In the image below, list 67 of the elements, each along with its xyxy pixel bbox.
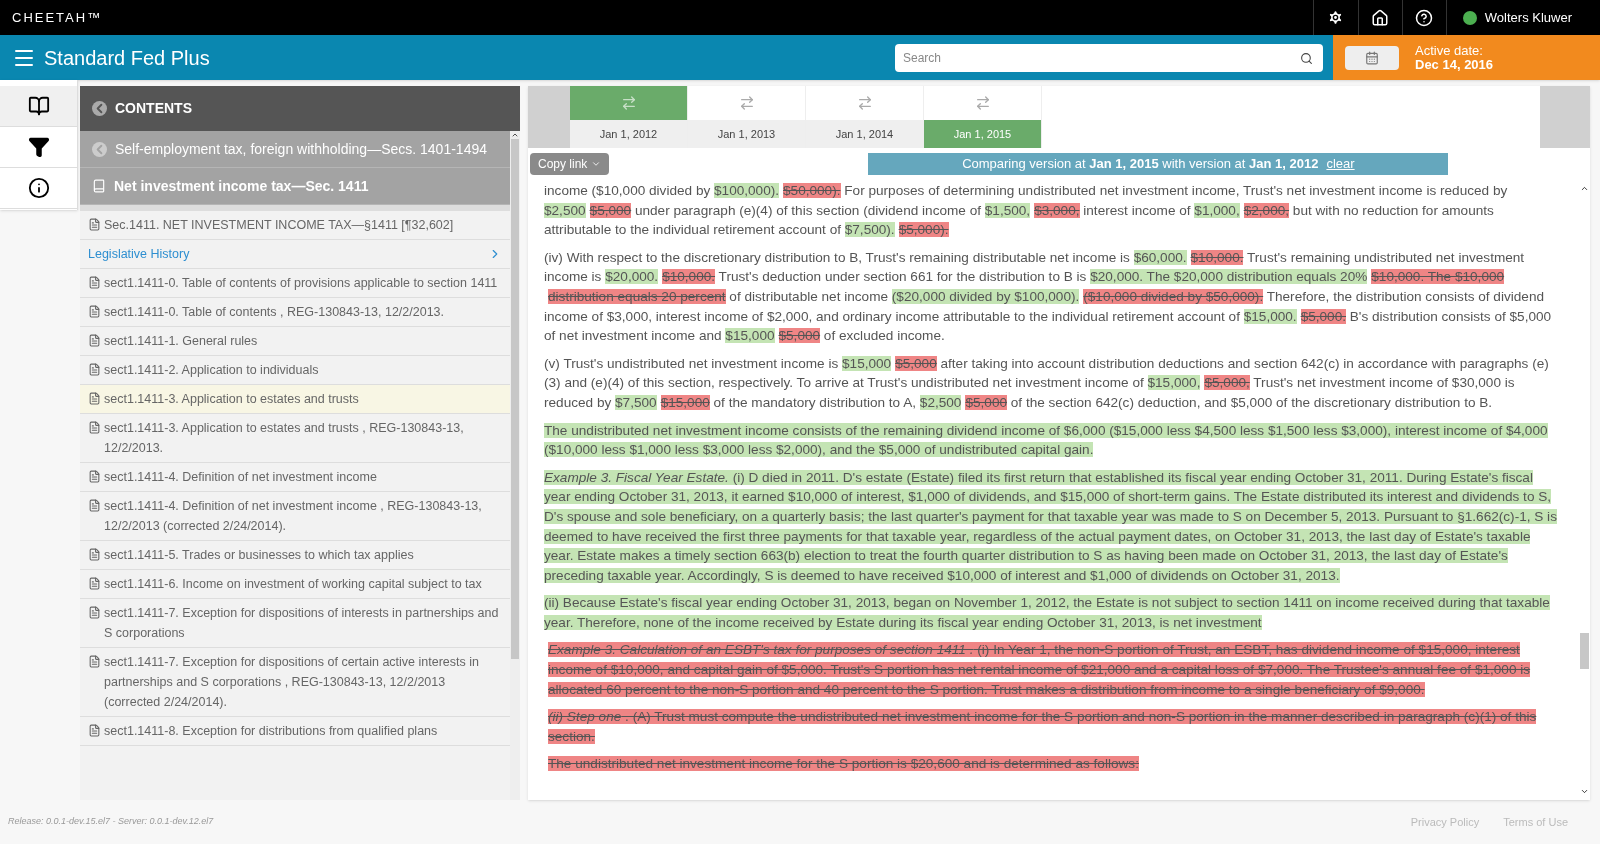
document-icon	[88, 470, 101, 483]
document-icon	[88, 305, 101, 318]
scroll-up-icon	[1579, 184, 1589, 193]
swap-icon	[620, 95, 637, 111]
scrollbar-thumb[interactable]	[1579, 633, 1589, 669]
scrollbar-thumb[interactable]	[511, 139, 519, 659]
brand-logo: CHEETAH™	[12, 8, 103, 27]
filter-icon	[27, 136, 50, 158]
document-icon	[88, 276, 101, 289]
paragraph: The undistributed net investment income for the S portion is $20,600 and is determined as follows:	[547, 755, 1140, 774]
active-date: Dec 14, 2016	[1415, 57, 1494, 72]
paragraph: Example 3. Fiscal Year Estate. (i) D died in 2011. D's estate (Estate) filed its first return that established its fiscal year ending October 31, 2011. During Estate's fiscal year ending October 31, 2013, it earned $10,000 of interest, $1,000 of dividends, and $15,000 of short-term gains. The Estate distributed its interest and dividends to S, D's spouse and sole beneficiary, on a quarterly basis; the last quarter's payment for that taxable year was made to S on December 5, 2013. Pursuant to §1.662(c)-1, S is deemed to have received the first three payments for that taxable year, regardless of the actual payment dates, on October 31, 2013, the last day of Estate's taxable year. Estate makes a timely section 663(b) election to treat the fourth quarter distribution to S as having been made on October 31, 2013, the last day of Estate's preceding taxable year. Accordingly, S is deemed to have received $10,000 of interest and $1,000 of dividends on October 31, 2013.	[544, 468, 1558, 585]
timeline-scroll-right-button[interactable]	[1540, 86, 1590, 148]
document-icon	[88, 363, 101, 376]
version-tab[interactable]: Jan 1, 2015	[924, 120, 1041, 148]
compare-toggle[interactable]	[570, 86, 687, 120]
sidebar-tab[interactable]	[0, 168, 77, 209]
calendar-icon	[1365, 50, 1379, 65]
document-icon	[88, 392, 101, 405]
contents-title: CONTENTS	[115, 99, 192, 118]
swap-icon	[974, 95, 991, 111]
app-title: Standard Fed Plus	[44, 45, 210, 71]
search-field[interactable]: Search	[895, 43, 1323, 72]
version-tab[interactable]: Jan 1, 2014	[806, 120, 923, 148]
publisher-name: Wolters Kluwer	[1484, 8, 1573, 27]
version-tab[interactable]: Jan 1, 2012	[570, 120, 687, 148]
caret-icon	[591, 159, 602, 169]
paragraph: (iv) With respect to the discretionary distribution to B, Trust's remaining distributable net income is $60,000. $10,000. Trust's remaining undistributed net investment income is $20,000. $10,000. Trust's deduction under section 661 for the distribution to B is $20,000. The $20,000 distribution equals 20% $10,000. The $10,000 distribution equals 20 percent of distributable net income ($20,000 divided by $100,000). ($10,000 divided by $50,000). Therefore, the distribution consists of dividend income of $3,000, interest income of $2,000, and ordinary income attributable to the individual retirement account of $15,000. $5,000. B's distribution consists of $5,000 of net investment income and $15,000 $5,000 of excluded income.	[544, 248, 1553, 346]
scroll-up-icon	[511, 131, 519, 139]
document-icon	[88, 334, 101, 347]
scroll-down-icon	[1579, 787, 1589, 796]
active-date-label: Active date:	[1415, 43, 1484, 58]
document-icon	[88, 577, 101, 590]
swap-icon	[738, 95, 755, 111]
sidebar-tab[interactable]	[0, 127, 77, 168]
publisher-logo-icon	[1462, 10, 1477, 25]
back-icon	[92, 101, 107, 116]
help-icon	[1415, 8, 1434, 27]
home-icon	[1371, 8, 1390, 27]
document-icon	[88, 724, 101, 737]
paragraph: (v) Trust's undistributed net investment income is $15,000 $5,000 after taking into account distribution deductions and section 642(c) in accordance with paragraphs (e)(3) and (e)(4) of this section, respectively. To arrive at Trust's undistributed net investment income of $15,000, $5,000, Trust's net investment income of $30,000 is reduced by $7,500 $15,000 of the mandatory distribution to A, $2,500 $5,000 of the section 642(c) deduction, and $5,000 of the discretionary distribution to B.	[544, 354, 1550, 412]
paragraph: (ii) Step one . (A) Trust must compute the undistributed net investment income for the S portion and non-S portion in the manner described in paragraph (c)(1) of this section.	[547, 708, 1538, 746]
swap-icon	[856, 95, 873, 111]
search-icon	[1300, 51, 1313, 65]
paragraph: income ($10,000 divided by $100,000). $50,000). For purposes of determining undistributed net investment income, Trust's net investment income is reduced by $2,500 $5,000 under paragraph (e)(4) of this section (dividend income of $1,500, $3,000, interest income of $1,000, $2,000, but with no reduction for amounts attributable to the individual retirement account of $7,500). $5,000).	[544, 182, 1509, 240]
document-icon	[88, 218, 101, 231]
sidebar-tab[interactable]	[0, 86, 77, 127]
document-icon	[88, 655, 101, 668]
copy-link-button[interactable]: Copy link	[530, 153, 610, 175]
timeline-scroll-left-button[interactable]	[528, 86, 570, 148]
version-tab[interactable]: Jan 1, 2013	[688, 120, 805, 148]
document-icon	[88, 499, 101, 512]
document-icon	[88, 606, 101, 619]
paragraph: (ii) Because Estate's fiscal year ending October 31, 2013, began on November 1, 2012, the Estate is not subject to section 1411 on income received during that taxable year. Therefore, none of the income received by Estate during its fiscal year ending October 31, 2013, is net investment	[544, 594, 1551, 632]
back-icon	[92, 141, 107, 157]
book-icon	[92, 179, 106, 193]
info-icon	[27, 177, 50, 199]
settings-icon	[1327, 9, 1345, 26]
book-icon	[27, 95, 50, 117]
document-icon	[88, 548, 101, 561]
document-icon	[88, 421, 101, 434]
compare-message: Comparing version at Jan 1, 2015 with version at Jan 1, 2012	[962, 155, 1319, 174]
calendar-button[interactable]	[1345, 45, 1399, 70]
release-info: Release: 0.0.1-dev.15.el7 - Server: 0.0.1-dev.12.el7	[8, 815, 214, 829]
contents-item[interactable]: sect1.1411-3. Application to estates and trusts	[80, 385, 510, 414]
paragraph: The undistributed net investment income consists of the remaining dividend income of $6,000 ($15,000 less $4,500 less $1,500 less $3,000), interest income of $4,000 ($10,000 less $1,000 less $3,000 less $2,000), and the $5,000 of undistributed capital gain.	[544, 421, 1549, 460]
paragraph: Example 3. Calculation of an ESBT's tax for purposes of section 1411 . (i) In Year 1, the non-S portion of Trust, an ESBT, has dividend income of $15,000, interest income of $10,000, and capital gain of $5,000. Trust's S portion has net rental income of $21,000 and a capital loss of $7,000. The Trustee's annual fee of $1,000 is allocated 60 percent to the non-S portion and 40 percent to the S portion. Trust makes a distribution from income to a single beneficiary of $9,000.	[547, 641, 1532, 699]
